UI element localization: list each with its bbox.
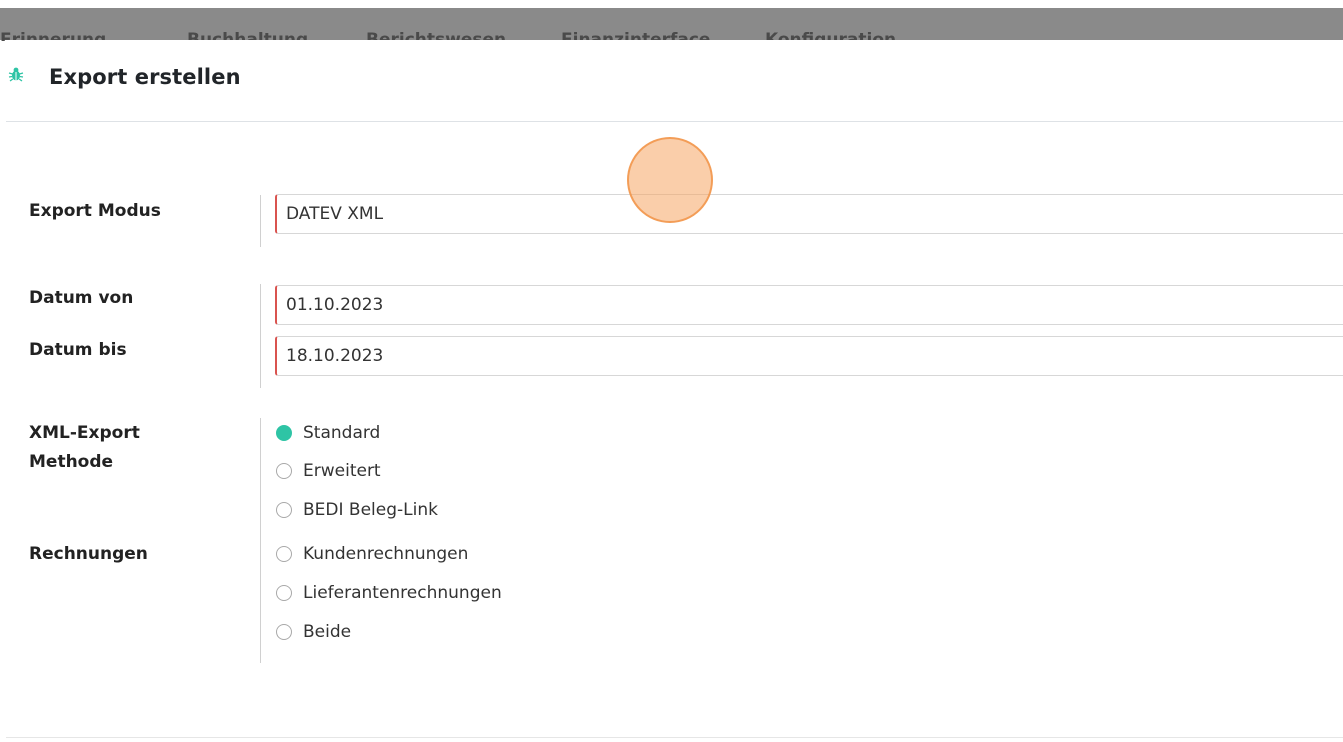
options-divider [260,418,261,663]
radio-indicator[interactable] [276,502,292,518]
date-to-input[interactable]: 18.10.2023 [275,336,1343,376]
top-navbar: Erinnerung Buchhaltung Berichtswesen Fin… [0,0,1343,41]
modal-title: Export erstellen [49,65,241,89]
export-mode-label: Export Modus [29,201,161,221]
radio-indicator[interactable] [276,546,292,562]
date-divider [260,284,261,388]
top-menu: Erinnerung Buchhaltung Berichtswesen Fin… [0,27,1343,41]
radio-label-beide: Beide [303,622,352,642]
radio-lieferantenrechnungen[interactable]: Lieferantenrechnungen [276,581,502,605]
date-to-label: Datum bis [29,340,127,360]
modal-bottom-divider [6,737,1343,738]
export-mode-divider [260,195,261,247]
radio-label-erweitert: Erweitert [303,461,381,481]
xml-method-label-line2: Methode [29,452,114,472]
export-modal: Export erstellen Export Modus DATEV XML … [6,40,1343,742]
modal-header: Export erstellen [6,40,1343,122]
bug-icon [8,67,24,82]
date-from-value: 01.10.2023 [286,295,384,315]
radio-label-bedi: BEDI Beleg-Link [303,500,438,520]
date-from-input[interactable]: 01.10.2023 [275,285,1343,325]
date-to-value: 18.10.2023 [286,346,384,366]
radio-kundenrechnungen[interactable]: Kundenrechnungen [276,542,468,566]
radio-indicator-checked[interactable] [276,425,292,441]
date-from-label: Datum von [29,288,134,308]
radio-label-kundenrechnungen: Kundenrechnungen [303,544,469,564]
radio-standard[interactable]: Standard [276,421,380,445]
navbar-top-edge [0,0,1343,8]
radio-indicator[interactable] [276,585,292,601]
export-mode-select[interactable]: DATEV XML [275,194,1343,234]
radio-label-standard: Standard [303,423,381,443]
radio-indicator[interactable] [276,624,292,640]
xml-method-label-line1: XML-Export [29,423,140,443]
radio-beide[interactable]: Beide [276,620,351,644]
radio-erweitert[interactable]: Erweitert [276,459,381,483]
radio-label-lieferantenrechnungen: Lieferantenrechnungen [303,583,502,603]
radio-indicator[interactable] [276,463,292,479]
radio-bedi-beleg-link[interactable]: BEDI Beleg-Link [276,498,438,522]
invoices-label: Rechnungen [29,544,148,564]
export-mode-value: DATEV XML [286,204,384,224]
